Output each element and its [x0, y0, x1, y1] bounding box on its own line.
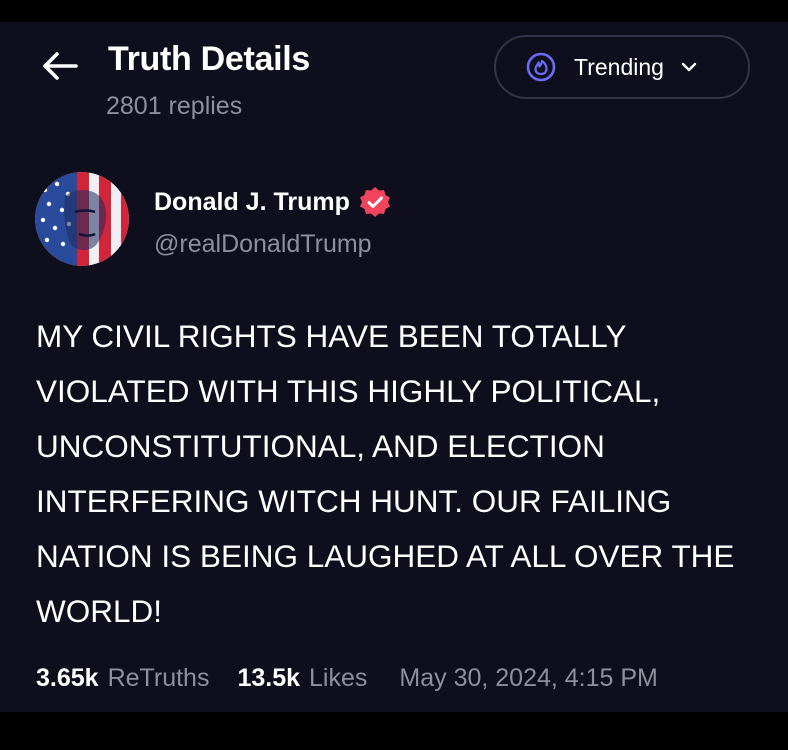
likes-label[interactable]: Likes — [309, 664, 367, 693]
post-timestamp: May 30, 2024, 4:15 PM — [399, 664, 658, 692]
likes-count[interactable]: 13.5k — [237, 664, 300, 693]
author-name[interactable]: Donald J. Trump — [154, 188, 350, 217]
reply-count: 2801 replies — [106, 92, 243, 120]
retruths-label[interactable]: ReTruths — [108, 664, 210, 693]
truth-details-screen: Truth Details 2801 replies Trending Dona… — [0, 22, 788, 712]
arrow-left-icon — [43, 52, 78, 80]
post-stats: 3.65k ReTruths 13.5k Likes May 30, 2024,… — [36, 664, 658, 693]
sort-label: Trending — [574, 53, 664, 80]
back-button[interactable] — [38, 44, 82, 88]
page-title: Truth Details — [108, 40, 311, 78]
fire-icon — [526, 52, 556, 82]
avatar[interactable] — [35, 172, 129, 266]
flag-portrait-avatar — [35, 172, 129, 266]
author-handle[interactable]: @realDonaldTrump — [154, 230, 372, 259]
author-row[interactable]: Donald J. Trump — [154, 185, 392, 219]
retruths-count[interactable]: 3.65k — [36, 664, 99, 693]
verified-badge-icon — [359, 187, 390, 217]
post-text: MY CIVIL RIGHTS HAVE BEEN TOTALLY VIOLAT… — [36, 318, 735, 629]
chevron-down-icon — [681, 62, 697, 72]
sort-dropdown[interactable]: Trending — [494, 35, 750, 99]
